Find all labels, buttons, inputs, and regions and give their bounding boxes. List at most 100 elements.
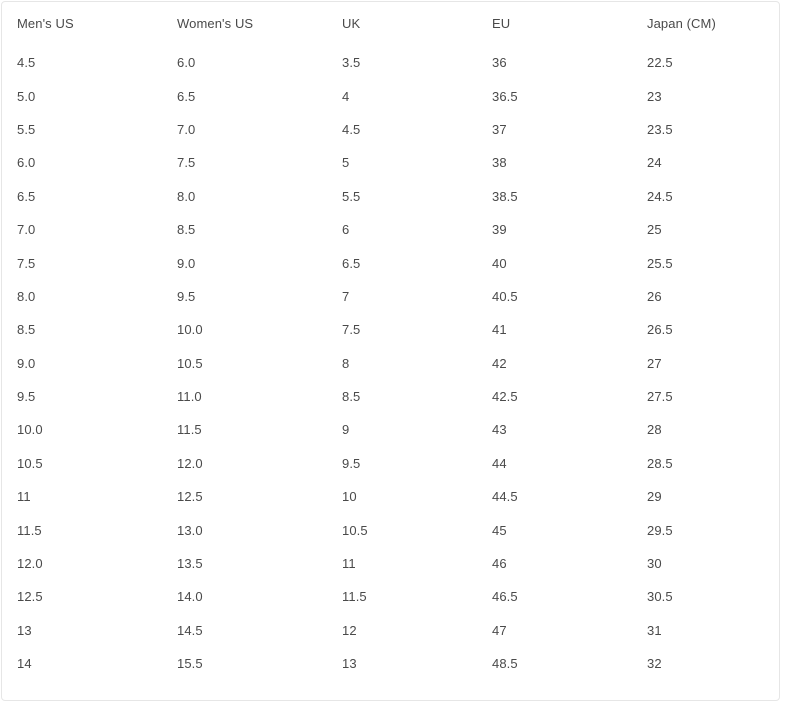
column-header-eu: EU — [492, 16, 511, 31]
cell-womens_us: 14.5 — [177, 622, 203, 638]
table-row: 5.5 7.0 4.5 37 23.5 — [2, 113, 779, 146]
cell-uk: 9 — [342, 422, 350, 438]
cell-eu: 43 — [492, 422, 507, 438]
table-row: 4.5 6.0 3.5 36 22.5 — [2, 45, 779, 79]
table-row: 10.5 12.0 9.5 44 28.5 — [2, 447, 779, 480]
table-row: 6.0 7.5 5 38 24 — [2, 146, 779, 179]
cell-womens_us: 8.0 — [177, 188, 196, 204]
cell-uk: 6.5 — [342, 255, 361, 271]
table-row: 8.5 10.0 7.5 41 26.5 — [2, 313, 779, 346]
table-row: 7.0 8.5 6 39 25 — [2, 213, 779, 246]
cell-womens_us: 10.5 — [177, 355, 203, 371]
cell-eu: 41 — [492, 322, 507, 338]
cell-womens_us: 6.5 — [177, 88, 196, 104]
column-header-womens-us: Women's US — [177, 16, 254, 31]
cell-eu: 40.5 — [492, 288, 518, 304]
cell-womens_us: 6.0 — [177, 55, 196, 71]
shoe-size-conversion-table: Men's US Women's US UK EU Japan (CM) 4.5… — [2, 2, 779, 680]
cell-japan_cm: 30.5 — [647, 589, 673, 605]
column-header-japan-cm: Japan (CM) — [647, 16, 716, 31]
cell-japan_cm: 24 — [647, 155, 662, 171]
cell-eu: 46.5 — [492, 589, 518, 605]
cell-japan_cm: 26.5 — [647, 322, 673, 338]
cell-womens_us: 9.0 — [177, 255, 196, 271]
cell-uk: 3.5 — [342, 55, 361, 71]
table-row: 7.5 9.0 6.5 40 25.5 — [2, 246, 779, 279]
table-row: 9.0 10.5 8 42 27 — [2, 347, 779, 380]
cell-womens_us: 9.5 — [177, 288, 196, 304]
cell-womens_us: 12.0 — [177, 455, 203, 471]
cell-eu: 36.5 — [492, 88, 518, 104]
cell-mens_us: 4.5 — [17, 55, 36, 71]
table-row: 12.5 14.0 11.5 46.5 30.5 — [2, 580, 779, 613]
column-header-uk: UK — [342, 16, 361, 31]
cell-mens_us: 14 — [17, 656, 32, 672]
cell-japan_cm: 29.5 — [647, 522, 673, 538]
cell-womens_us: 11.0 — [177, 389, 202, 405]
cell-womens_us: 15.5 — [177, 656, 203, 672]
cell-uk: 10 — [342, 489, 357, 505]
cell-mens_us: 9.0 — [17, 355, 36, 371]
cell-uk: 6 — [342, 222, 350, 238]
table-row: 11.5 13.0 10.5 45 29.5 — [2, 513, 779, 546]
cell-womens_us: 14.0 — [177, 589, 203, 605]
cell-eu: 44.5 — [492, 489, 518, 505]
column-header-mens-us: Men's US — [17, 16, 74, 31]
cell-japan_cm: 23.5 — [647, 121, 673, 137]
table-row: 13 14.5 12 47 31 — [2, 614, 779, 647]
cell-japan_cm: 22.5 — [647, 55, 673, 71]
cell-uk: 11.5 — [342, 589, 367, 605]
cell-mens_us: 8.0 — [17, 288, 36, 304]
cell-uk: 12 — [342, 622, 357, 638]
table-header-row: Men's US Women's US UK EU Japan (CM) — [2, 2, 779, 45]
cell-womens_us: 12.5 — [177, 489, 203, 505]
cell-womens_us: 10.0 — [177, 322, 203, 338]
cell-japan_cm: 32 — [647, 656, 662, 672]
cell-eu: 37 — [492, 121, 507, 137]
cell-eu: 39 — [492, 222, 507, 238]
cell-uk: 5.5 — [342, 188, 361, 204]
cell-mens_us: 11 — [17, 489, 31, 505]
cell-japan_cm: 25 — [647, 222, 662, 238]
cell-japan_cm: 30 — [647, 556, 662, 572]
cell-mens_us: 13 — [17, 622, 32, 638]
table-body: 4.5 6.0 3.5 36 22.5 5.0 6.5 4 36.5 23 5.5 7.0 4.5 37 2… — [2, 45, 779, 680]
cell-uk: 11 — [342, 556, 356, 572]
cell-uk: 8.5 — [342, 389, 361, 405]
table-row: 9.5 11.0 8.5 42.5 27.5 — [2, 380, 779, 413]
cell-womens_us: 8.5 — [177, 222, 196, 238]
cell-japan_cm: 31 — [647, 622, 662, 638]
table-row: 6.5 8.0 5.5 38.5 24.5 — [2, 180, 779, 213]
cell-mens_us: 8.5 — [17, 322, 36, 338]
size-chart-card: Men's US Women's US UK EU Japan (CM) 4.5… — [1, 1, 780, 701]
cell-womens_us: 7.0 — [177, 121, 196, 137]
cell-eu: 40 — [492, 255, 507, 271]
cell-mens_us: 6.5 — [17, 188, 36, 204]
cell-eu: 36 — [492, 55, 507, 71]
cell-uk: 4.5 — [342, 121, 361, 137]
cell-mens_us: 9.5 — [17, 389, 36, 405]
cell-mens_us: 7.0 — [17, 222, 36, 238]
cell-japan_cm: 23 — [647, 88, 662, 104]
cell-eu: 46 — [492, 556, 507, 572]
cell-mens_us: 11.5 — [17, 522, 42, 538]
cell-eu: 48.5 — [492, 656, 518, 672]
cell-womens_us: 13.5 — [177, 556, 203, 572]
cell-womens_us: 7.5 — [177, 155, 196, 171]
cell-uk: 4 — [342, 88, 350, 104]
cell-eu: 47 — [492, 622, 507, 638]
cell-japan_cm: 27 — [647, 355, 662, 371]
cell-eu: 42 — [492, 355, 507, 371]
table-row: 10.0 11.5 9 43 28 — [2, 413, 779, 446]
cell-mens_us: 6.0 — [17, 155, 36, 171]
cell-womens_us: 13.0 — [177, 522, 203, 538]
cell-japan_cm: 25.5 — [647, 255, 673, 271]
cell-japan_cm: 28 — [647, 422, 662, 438]
table-row: 5.0 6.5 4 36.5 23 — [2, 79, 779, 112]
cell-eu: 38.5 — [492, 188, 518, 204]
cell-mens_us: 7.5 — [17, 255, 36, 271]
cell-uk: 7 — [342, 288, 350, 304]
table-row: 12.0 13.5 11 46 30 — [2, 547, 779, 580]
cell-womens_us: 11.5 — [177, 422, 202, 438]
cell-uk: 13 — [342, 656, 357, 672]
